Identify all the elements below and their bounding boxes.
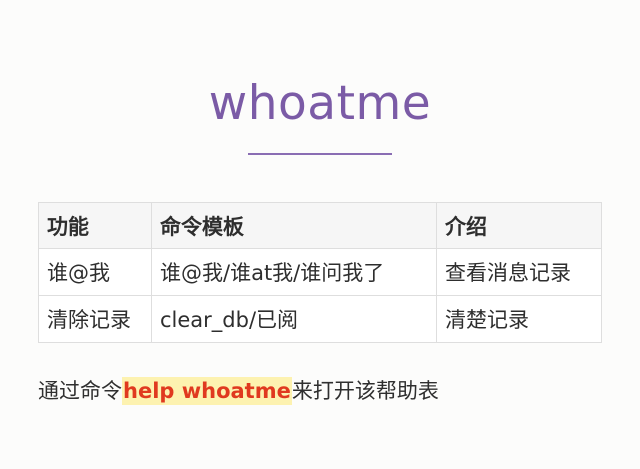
help-command-code: help whoatme xyxy=(122,377,292,405)
header-description: 介绍 xyxy=(436,202,602,249)
table-cell-command: 谁@我/谁at我/谁问我了 xyxy=(151,248,437,296)
page-title: whoatme xyxy=(208,76,432,131)
table-cell-command: clear_db/已阅 xyxy=(151,295,437,343)
table-header-row: 功能 命令模板 介绍 xyxy=(38,202,602,249)
title-underline xyxy=(248,153,392,155)
table-row: 谁@我 谁@我/谁at我/谁问我了 查看消息记录 xyxy=(38,248,602,296)
help-footer-text: 通过命令help whoatme来打开该帮助表 xyxy=(38,372,439,410)
table-row: 清除记录 clear_db/已阅 清楚记录 xyxy=(38,295,602,343)
footer-prefix: 通过命令 xyxy=(38,379,122,403)
table-cell-description: 查看消息记录 xyxy=(436,248,602,296)
table-cell-function: 谁@我 xyxy=(38,248,152,296)
help-table: 功能 命令模板 介绍 谁@我 谁@我/谁at我/谁问我了 查看消息记录 清除记录… xyxy=(38,202,602,343)
table-cell-function: 清除记录 xyxy=(38,295,152,343)
footer-suffix: 来打开该帮助表 xyxy=(291,379,439,403)
table-cell-description: 清楚记录 xyxy=(436,295,602,343)
header-command-template: 命令模板 xyxy=(151,202,437,249)
header-function: 功能 xyxy=(38,202,152,249)
